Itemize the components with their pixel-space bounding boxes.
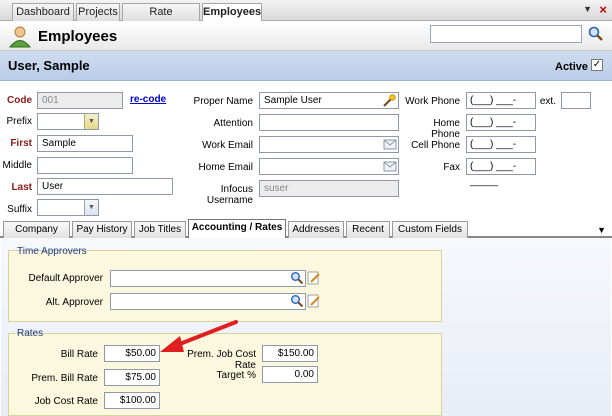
cell-phone-field[interactable]: (___) ___-_____ xyxy=(466,136,536,165)
cell-phone-label: Cell Phone xyxy=(411,140,460,151)
target-percent-field[interactable]: 0.00 xyxy=(262,366,318,383)
annotation-arrow xyxy=(158,318,240,361)
record-bar xyxy=(0,51,612,81)
tab-pay-history[interactable]: Pay History xyxy=(72,221,132,238)
home-email-field[interactable] xyxy=(259,158,399,175)
search-button[interactable] xyxy=(586,25,606,43)
suffix-label: Suffix xyxy=(7,204,32,215)
search-icon[interactable] xyxy=(290,294,304,308)
first-label: First xyxy=(10,138,32,149)
attention-field[interactable] xyxy=(259,114,399,131)
search-icon xyxy=(588,26,603,41)
bill-rate-label: Bill Rate xyxy=(60,349,98,360)
infocus-username-label: Infocus Username xyxy=(206,184,253,206)
first-name-field[interactable]: Sample xyxy=(37,135,133,152)
target-percent-label: Target % xyxy=(216,370,256,381)
attention-label: Attention xyxy=(213,118,253,129)
chevron-down-icon[interactable]: ▼ xyxy=(597,225,606,235)
magic-wand-icon[interactable] xyxy=(382,94,396,107)
work-email-field[interactable] xyxy=(259,136,399,153)
tab-job-titles[interactable]: Job Titles xyxy=(134,221,186,238)
active-checkbox[interactable]: ✓ xyxy=(591,59,603,71)
home-phone-field[interactable]: (___) ___-_____ xyxy=(466,114,536,143)
proper-name-label: Proper Name xyxy=(193,96,253,107)
home-email-label: Home Email xyxy=(198,162,253,173)
code-field: 001 xyxy=(37,92,123,109)
job-cost-rate-label: Job Cost Rate xyxy=(34,396,98,407)
work-email-label: Work Email xyxy=(202,140,253,151)
close-icon[interactable]: × xyxy=(599,2,607,17)
tab-dashboard[interactable]: Dashboard xyxy=(12,3,74,21)
record-name: User, Sample xyxy=(8,58,90,73)
prefix-label: Prefix xyxy=(6,116,32,127)
search-icon[interactable] xyxy=(290,271,304,285)
email-icon[interactable] xyxy=(383,160,397,173)
default-approver-label: Default Approver xyxy=(28,273,104,284)
middle-name-field[interactable] xyxy=(37,157,133,174)
fax-label: Fax xyxy=(443,162,460,173)
chevron-down-icon[interactable]: ▼ xyxy=(583,4,592,14)
ext-label: ext. xyxy=(539,96,556,107)
tab-projects[interactable]: Projects xyxy=(76,3,120,21)
bill-rate-field[interactable]: $50.00 xyxy=(104,345,160,362)
last-label: Last xyxy=(11,182,32,193)
alt-approver-label: Alt. Approver xyxy=(45,297,103,308)
fax-field[interactable]: (___) ___-_____ xyxy=(466,158,536,187)
person-icon xyxy=(8,24,32,51)
active-label: Active xyxy=(555,61,589,73)
last-name-field[interactable]: User xyxy=(37,178,173,195)
rates-title: Rates xyxy=(17,328,44,339)
tab-company[interactable]: Company xyxy=(3,221,70,238)
chevron-down-icon[interactable]: ▼ xyxy=(84,200,98,215)
default-approver-field[interactable] xyxy=(110,270,306,287)
tab-addresses[interactable]: Addresses xyxy=(288,221,344,238)
tab-accounting-rates[interactable]: Accounting / Rates xyxy=(188,219,286,239)
search-input[interactable] xyxy=(430,25,582,43)
prem-bill-rate-field[interactable]: $75.00 xyxy=(104,369,160,386)
work-phone-label: Work Phone xyxy=(405,96,460,107)
email-icon[interactable] xyxy=(383,138,397,151)
infocus-username-field: suser xyxy=(259,180,399,197)
edit-icon[interactable] xyxy=(307,271,321,285)
code-label: Code xyxy=(7,95,32,106)
page-title: Employees xyxy=(38,28,118,45)
job-cost-rate-field[interactable]: $100.00 xyxy=(104,392,160,409)
edit-icon[interactable] xyxy=(307,294,321,308)
tab-employees[interactable]: Employees xyxy=(202,3,262,22)
tab-custom-fields[interactable]: Custom Fields xyxy=(392,221,468,238)
work-phone-field[interactable]: (___) ___-_____ xyxy=(466,92,536,121)
prem-bill-rate-label: Prem. Bill Rate xyxy=(31,373,98,384)
chevron-down-icon[interactable]: ▼ xyxy=(84,114,98,129)
recode-link[interactable]: re-code xyxy=(130,94,166,105)
ext-field[interactable] xyxy=(561,92,591,109)
middle-label: Middle xyxy=(2,160,32,171)
tab-recent[interactable]: Recent xyxy=(346,221,390,238)
tab-rate-schedules[interactable]: Rate Schedules xyxy=(122,3,200,34)
home-phone-label: Home Phone xyxy=(431,118,460,140)
time-approvers-title: Time Approvers xyxy=(17,246,87,257)
proper-name-field[interactable]: Sample User xyxy=(259,92,399,109)
alt-approver-field[interactable] xyxy=(110,293,306,310)
prem-job-cost-rate-field[interactable]: $150.00 xyxy=(262,345,318,362)
